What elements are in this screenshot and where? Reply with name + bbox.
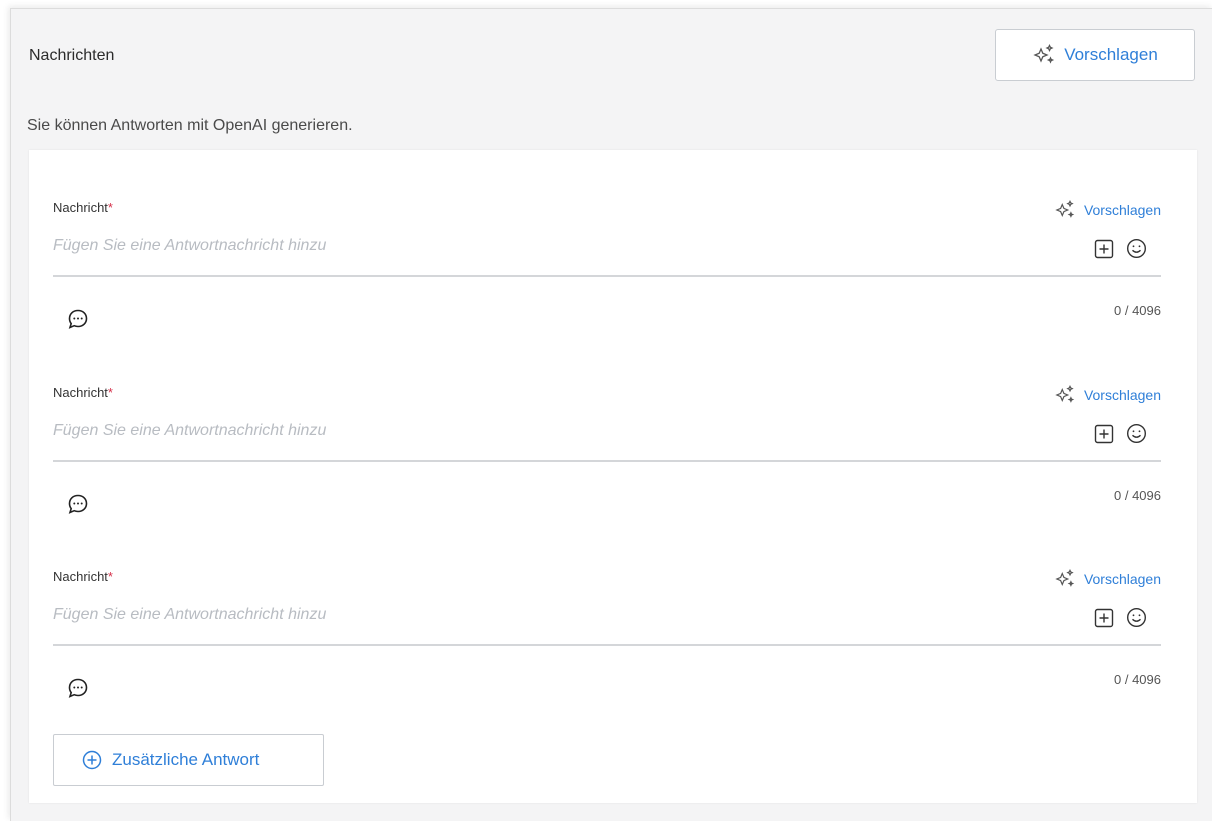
message-field: Nachricht* Fügen Sie eine Antwortnachric… [53,569,1161,739]
message-suggest-button[interactable]: Vorschlagen [1054,385,1161,405]
sparkle-icon [1054,200,1076,220]
message-divider [53,460,1161,462]
message-suggest-button[interactable]: Vorschlagen [1054,569,1161,589]
character-counter: 0 / 4096 [1114,488,1161,503]
sparkle-icon [1032,44,1056,66]
character-counter: 0 / 4096 [1114,672,1161,687]
suggest-button-label: Vorschlagen [1064,45,1158,64]
smiley-icon[interactable] [1126,423,1147,444]
message-input[interactable]: Fügen Sie eine Antwortnachricht hinzu [53,422,326,440]
add-response-label: Zusätzliche Antwort [112,750,260,769]
smiley-icon[interactable] [1126,607,1147,628]
message-tools [1094,607,1147,628]
message-suggest-label: Vorschlagen [1083,387,1161,403]
message-label: Nachricht* [53,200,113,215]
plus-square-icon[interactable] [1094,424,1114,444]
chat-bubble-icon[interactable] [67,493,89,515]
messages-panel: Nachrichten Vorschlagen Sie können Antwo… [10,8,1212,821]
section-subtitle: Sie können Antworten mit OpenAI generier… [27,117,353,134]
required-marker: * [107,385,113,400]
message-field: Nachricht* Fügen Sie eine Antwortnachric… [53,385,1161,555]
message-suggest-button[interactable]: Vorschlagen [1054,200,1161,220]
message-label: Nachricht* [53,569,113,584]
character-counter: 0 / 4096 [1114,303,1161,318]
message-suggest-label: Vorschlagen [1083,202,1161,218]
plus-circle-icon [82,750,102,770]
sparkle-icon [1054,569,1076,589]
required-marker: * [107,200,113,215]
required-marker: * [107,569,113,584]
plus-square-icon[interactable] [1094,239,1114,259]
sparkle-icon [1054,385,1076,405]
message-suggest-label: Vorschlagen [1083,571,1161,587]
messages-card: Nachricht* Fügen Sie eine Antwortnachric… [29,150,1197,803]
add-response-button[interactable]: Zusätzliche Antwort [53,734,324,786]
section-title: Nachrichten [29,47,115,64]
message-input[interactable]: Fügen Sie eine Antwortnachricht hinzu [53,237,326,255]
message-field: Nachricht* Fügen Sie eine Antwortnachric… [53,200,1161,370]
chat-bubble-icon[interactable] [67,677,89,699]
smiley-icon[interactable] [1126,238,1147,259]
message-divider [53,644,1161,646]
message-input[interactable]: Fügen Sie eine Antwortnachricht hinzu [53,606,326,624]
chat-bubble-icon[interactable] [67,308,89,330]
message-tools [1094,423,1147,444]
plus-square-icon[interactable] [1094,608,1114,628]
message-divider [53,275,1161,277]
suggest-button[interactable]: Vorschlagen [995,29,1195,81]
message-label: Nachricht* [53,385,113,400]
message-tools [1094,238,1147,259]
